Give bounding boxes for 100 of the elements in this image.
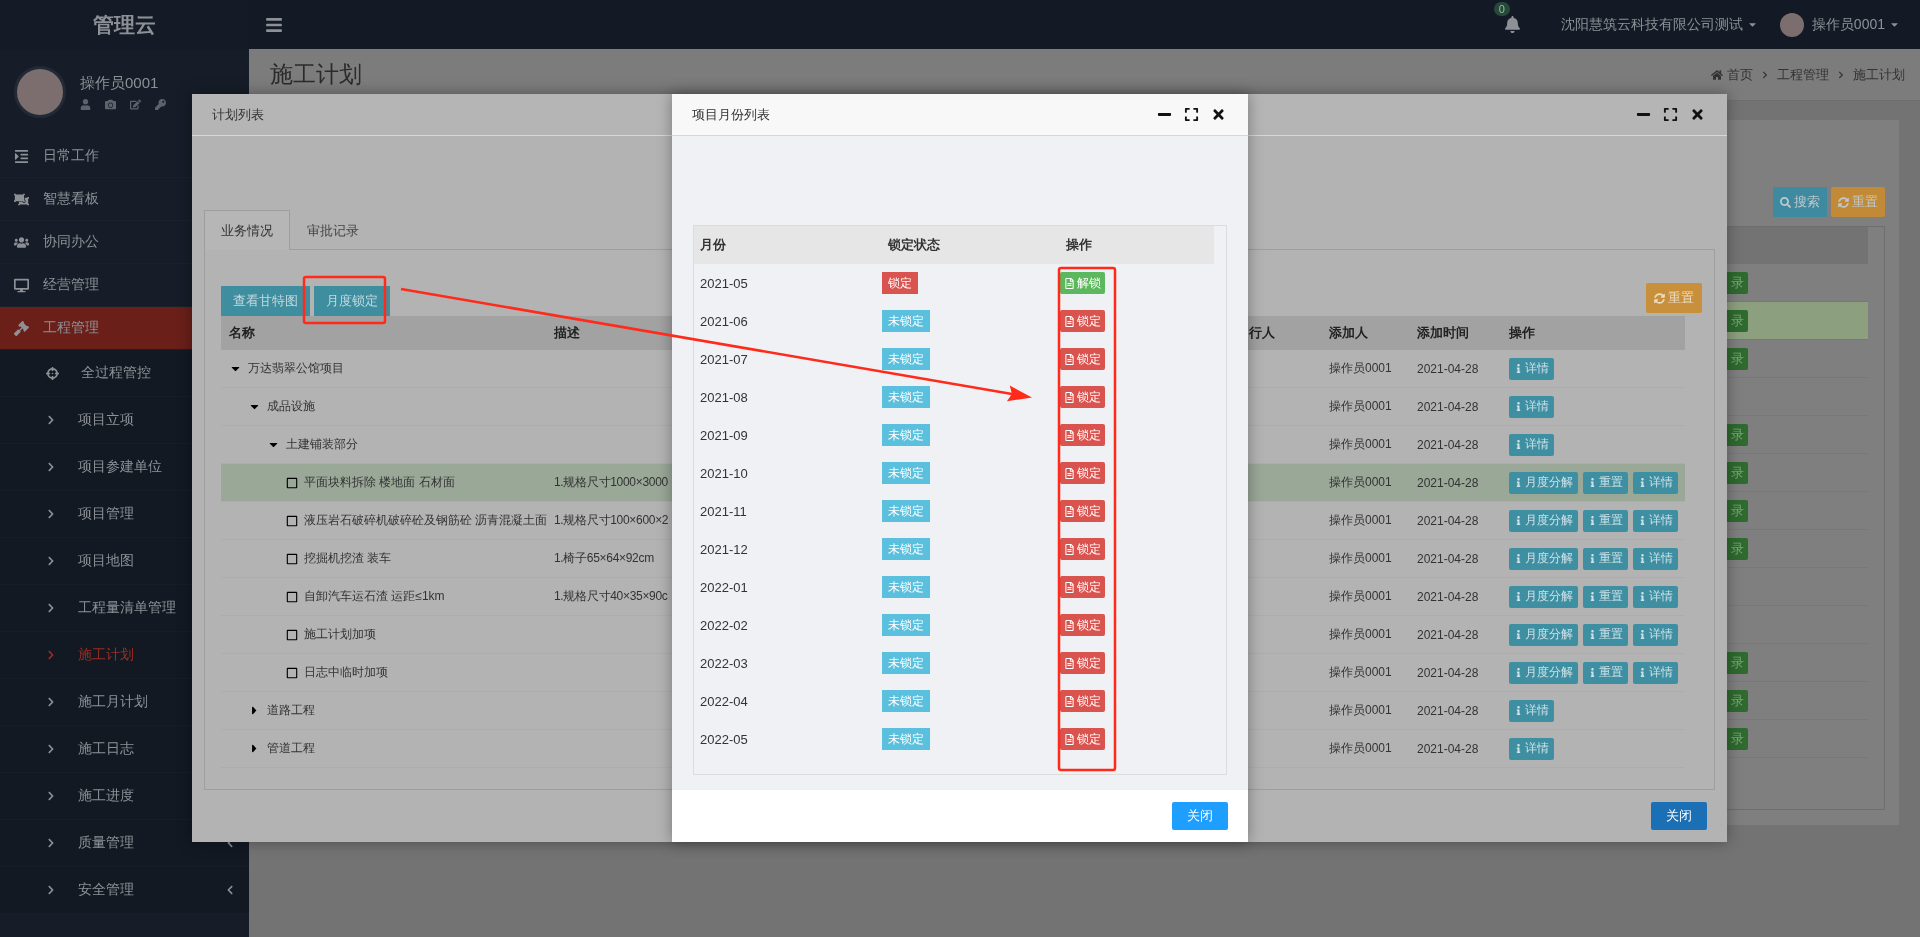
lock-button[interactable]: 锁定 <box>1060 690 1105 712</box>
table-cell: 2021-04-28 <box>1417 590 1479 604</box>
key-icon[interactable] <box>155 99 166 110</box>
action-button[interactable]: 重置 <box>1583 471 1628 494</box>
action-button[interactable]: 详情 <box>1633 661 1678 684</box>
action-button[interactable]: 详情 <box>1509 699 1554 722</box>
camera-icon[interactable] <box>105 99 116 110</box>
record-button[interactable]: 录 <box>1727 499 1748 522</box>
record-button[interactable]: 录 <box>1727 309 1748 332</box>
table-cell: 2021-04-28 <box>1417 704 1479 718</box>
hammer-icon <box>14 320 29 336</box>
toolbar-button[interactable]: 查看甘特图 <box>221 286 310 316</box>
table-cell: 2021-04-28 <box>1417 438 1479 452</box>
table-cell-text: 2021-12 <box>699 541 749 557</box>
user-icon[interactable] <box>80 99 91 110</box>
edit-icon[interactable] <box>130 99 141 110</box>
lock-button[interactable]: 锁定 <box>1060 652 1105 674</box>
tab[interactable]: 审批记录 <box>290 210 376 250</box>
close-button[interactable] <box>1690 107 1705 122</box>
lock-button[interactable]: 锁定 <box>1060 500 1105 522</box>
table-cell: 2021-04-28 <box>1417 476 1479 490</box>
breadcrumb-link[interactable]: 首页 <box>1711 65 1753 84</box>
info-icon <box>1638 554 1647 563</box>
record-button[interactable]: 录 <box>1727 461 1748 484</box>
action-button[interactable]: 详情 <box>1633 471 1678 494</box>
reset-button[interactable]: 重置 <box>1646 283 1702 313</box>
breadcrumb-link[interactable]: 工程管理 <box>1777 65 1829 84</box>
record-button[interactable]: 录 <box>1727 347 1748 370</box>
document-icon <box>1064 657 1075 669</box>
search-button[interactable]: 搜索 <box>1773 187 1827 217</box>
breadcrumb-link[interactable]: 施工计划 <box>1853 65 1905 84</box>
close-button[interactable]: 关闭 <box>1651 802 1707 830</box>
lock-button[interactable]: 锁定 <box>1060 728 1105 750</box>
action-button[interactable]: 月度分解 <box>1509 661 1578 684</box>
action-button[interactable]: 月度分解 <box>1509 585 1578 608</box>
action-button[interactable]: 重置 <box>1583 585 1628 608</box>
maximize-icon <box>1663 107 1678 122</box>
lock-button[interactable]: 锁定 <box>1060 538 1105 560</box>
action-button[interactable]: 月度分解 <box>1509 471 1578 494</box>
status-badge: 未锁定 <box>882 728 930 750</box>
user-dropdown[interactable]: 操作员0001 <box>1811 15 1900 34</box>
action-button[interactable]: 详情 <box>1633 547 1678 570</box>
reset-button[interactable]: 重置 <box>1831 187 1885 217</box>
maximize-button[interactable] <box>1663 107 1678 122</box>
action-button[interactable]: 重置 <box>1583 623 1628 646</box>
action-button[interactable]: 重置 <box>1583 509 1628 532</box>
status-badge: 未锁定 <box>882 386 930 408</box>
tab[interactable]: 业务情况 <box>204 210 290 250</box>
lock-button[interactable]: 锁定 <box>1060 424 1105 446</box>
lock-button[interactable]: 锁定 <box>1060 348 1105 370</box>
close-button[interactable]: 关闭 <box>1172 802 1228 830</box>
action-button[interactable]: 详情 <box>1509 395 1554 418</box>
close-button[interactable] <box>1211 107 1226 122</box>
record-button[interactable]: 录 <box>1727 727 1748 750</box>
lock-button[interactable]: 锁定 <box>1060 576 1105 598</box>
action-button[interactable]: 月度分解 <box>1509 509 1578 532</box>
table-cell: 2021-04-28 <box>1417 552 1479 566</box>
lock-button[interactable]: 锁定 <box>1060 614 1105 636</box>
record-button[interactable]: 录 <box>1727 271 1748 294</box>
submenu-item[interactable]: 安全管理 <box>0 867 249 914</box>
frame-icon <box>14 191 29 207</box>
action-button[interactable]: 月度分解 <box>1509 623 1578 646</box>
record-button[interactable]: 录 <box>1727 423 1748 446</box>
record-button[interactable]: 录 <box>1727 689 1748 712</box>
action-button[interactable]: 月度分解 <box>1509 547 1578 570</box>
table-cell: 操作员0001 <box>1329 627 1392 641</box>
company-dropdown[interactable]: 沈阳慧筑云科技有限公司测试 <box>1560 15 1758 34</box>
table-cell: 2021-04-28 <box>1417 362 1479 376</box>
notification-badge: 0 <box>1493 2 1510 16</box>
action-button[interactable]: 重置 <box>1583 661 1628 684</box>
action-button[interactable]: 详情 <box>1633 585 1678 608</box>
record-button[interactable]: 录 <box>1727 651 1748 674</box>
close-icon <box>1690 107 1705 122</box>
submenu-label: 质量管理 <box>78 834 135 852</box>
action-button[interactable]: 详情 <box>1509 433 1554 456</box>
action-button[interactable]: 详情 <box>1509 737 1554 760</box>
action-button[interactable]: 详情 <box>1633 623 1678 646</box>
maximize-button[interactable] <box>1184 107 1199 122</box>
chevron-right-icon <box>46 697 56 707</box>
action-button[interactable]: 详情 <box>1509 357 1554 380</box>
lock-button[interactable]: 锁定 <box>1060 310 1105 332</box>
info-icon <box>1514 554 1523 563</box>
action-button[interactable]: 详情 <box>1633 509 1678 532</box>
table-cell: 2021-04-28 <box>1417 666 1479 680</box>
lock-button[interactable]: 锁定 <box>1060 386 1105 408</box>
table-cell: 1.规格尺寸40×35×90c <box>554 589 668 603</box>
toolbar-button[interactable]: 月度锁定 <box>314 286 390 316</box>
record-button[interactable]: 录 <box>1727 537 1748 560</box>
menu-icon[interactable] <box>265 15 283 34</box>
table-cell: 2021-04-28 <box>1417 628 1479 642</box>
lock-button[interactable]: 锁定 <box>1060 462 1105 484</box>
submenu-label: 项目立项 <box>78 411 135 429</box>
node-name: 管道工程 <box>267 740 315 757</box>
document-icon <box>1064 581 1075 593</box>
maximize-icon <box>1184 107 1199 122</box>
lock-button[interactable]: 解锁 <box>1060 272 1105 294</box>
table-cell-text: 2021-11 <box>699 503 748 519</box>
action-button[interactable]: 重置 <box>1583 547 1628 570</box>
bell-icon[interactable] <box>1503 16 1521 33</box>
chevron-right-icon <box>1761 70 1769 79</box>
